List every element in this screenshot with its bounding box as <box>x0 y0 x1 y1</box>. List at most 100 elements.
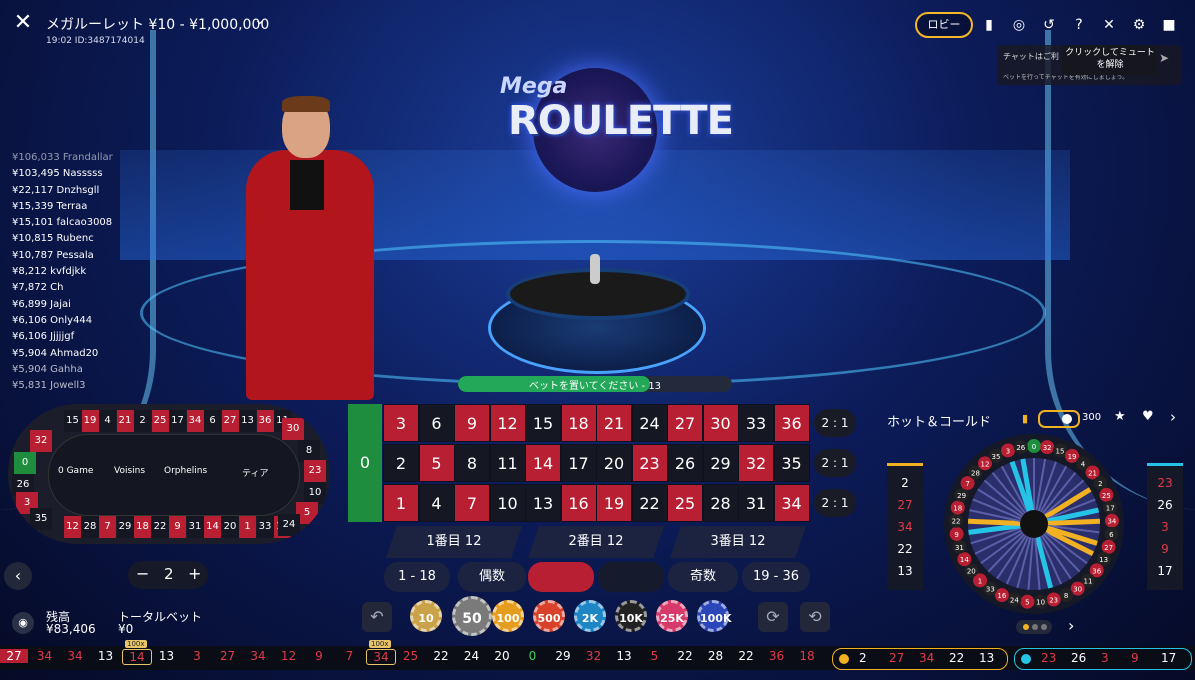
bet-number[interactable]: 20 <box>596 444 632 482</box>
racetrack-number[interactable]: 25 <box>151 410 169 432</box>
racetrack-number[interactable]: 14 <box>204 516 221 538</box>
bet-number[interactable]: 9 <box>454 404 490 442</box>
double-icon[interactable]: ⟲ <box>800 602 830 632</box>
close-icon[interactable]: ✕ <box>10 10 36 36</box>
racetrack-number[interactable]: 34 <box>186 410 204 432</box>
racetrack-section-3[interactable]: ティア <box>242 466 268 479</box>
bet-number[interactable]: 35 <box>773 444 810 482</box>
bet-column-2to1[interactable]: 2 : 1 <box>814 409 856 437</box>
racetrack-number[interactable]: 9 <box>169 516 186 538</box>
racetrack-number[interactable]: 22 <box>151 516 169 538</box>
bet-outside-5[interactable]: 19 - 36 <box>742 562 810 592</box>
mute-icon[interactable]: ✕ <box>1096 12 1122 38</box>
next-chevron-icon[interactable]: › <box>1068 616 1074 635</box>
chip-100K[interactable]: 100K <box>697 600 732 632</box>
bet-number[interactable]: 8 <box>454 444 490 482</box>
racetrack-number[interactable]: 15 <box>64 410 81 432</box>
racetrack-number[interactable]: 2 <box>134 410 151 432</box>
bet-black[interactable] <box>598 562 664 592</box>
bet-number[interactable]: 12 <box>489 404 526 442</box>
chip-100[interactable]: 100 <box>492 600 524 632</box>
gear-icon[interactable]: ⚙ <box>1126 12 1152 38</box>
bet-number[interactable]: 11 <box>489 444 526 482</box>
bet-number[interactable]: 24 <box>631 404 668 442</box>
back-chevron-icon[interactable]: ‹ <box>4 562 32 590</box>
racetrack-number[interactable]: 8 <box>298 440 320 462</box>
racetrack-number[interactable]: 21 <box>116 410 134 432</box>
racetrack-number[interactable]: 35 <box>30 508 52 530</box>
rounds-toggle[interactable] <box>1038 410 1080 428</box>
headset-icon[interactable]: ◎ <box>1006 12 1032 38</box>
undo-icon[interactable]: ↶ <box>362 602 392 632</box>
racetrack-number[interactable]: 12 <box>64 516 81 538</box>
bet-column-2to1[interactable]: 2 : 1 <box>814 449 856 477</box>
bet-number[interactable]: 25 <box>667 484 703 522</box>
bet-number[interactable]: 3 <box>383 404 419 442</box>
bet-number[interactable]: 27 <box>667 404 703 442</box>
racetrack-number[interactable]: 13 <box>239 410 256 432</box>
bet-number[interactable]: 18 <box>560 404 597 442</box>
racetrack-number[interactable]: 23 <box>304 460 326 482</box>
bet-number[interactable]: 31 <box>738 484 774 522</box>
bet-outside-0[interactable]: 1 - 18 <box>384 562 450 592</box>
star-icon[interactable]: ★ <box>1114 409 1126 424</box>
racetrack-number[interactable]: 4 <box>99 410 116 432</box>
chip-10[interactable]: 10 <box>410 600 442 632</box>
bet-number[interactable]: 5 <box>418 444 455 482</box>
racetrack-number[interactable]: 0 <box>14 452 36 474</box>
chip-50[interactable]: 50 <box>452 596 492 636</box>
bet-number[interactable]: 33 <box>738 404 774 442</box>
racetrack-number[interactable]: 24 <box>278 514 300 536</box>
racetrack-number[interactable]: 17 <box>169 410 186 432</box>
lobby-button[interactable]: ロビー <box>915 12 973 38</box>
chip-25K[interactable]: 25K <box>656 600 688 632</box>
racetrack-number[interactable]: 31 <box>186 516 204 538</box>
chevron-down-icon[interactable]: ⌄ <box>254 12 266 28</box>
bet-number[interactable]: 23 <box>631 444 668 482</box>
racetrack-section-1[interactable]: Voisins <box>114 466 145 476</box>
bet-number[interactable]: 6 <box>418 404 455 442</box>
racetrack-number[interactable]: 27 <box>221 410 239 432</box>
bet-number[interactable]: 19 <box>596 484 632 522</box>
bet-number[interactable]: 22 <box>631 484 668 522</box>
racetrack-number[interactable]: 19 <box>81 410 99 432</box>
racetrack-number[interactable]: 32 <box>30 430 52 452</box>
bet-number[interactable]: 36 <box>773 404 810 442</box>
bet-number[interactable]: 7 <box>454 484 490 522</box>
page-dot[interactable] <box>1041 624 1047 630</box>
bet-dozen[interactable]: 3番目 12 <box>670 526 806 558</box>
repeat-icon[interactable]: ⟳ <box>758 602 788 632</box>
bet-number[interactable]: 34 <box>773 484 810 522</box>
racetrack-number[interactable]: 6 <box>204 410 221 432</box>
page-dot[interactable] <box>1032 624 1038 630</box>
bet-number[interactable]: 26 <box>667 444 703 482</box>
racetrack-section-0[interactable]: 0 Game <box>58 466 93 476</box>
send-icon[interactable]: ➤ <box>1159 51 1169 65</box>
bet-number[interactable]: 16 <box>560 484 597 522</box>
bet-number[interactable]: 30 <box>702 404 739 442</box>
chip-2K[interactable]: 2K <box>574 600 606 632</box>
bet-number[interactable]: 28 <box>702 484 739 522</box>
bet-number[interactable]: 15 <box>525 404 561 442</box>
next-chevron-icon[interactable]: › <box>1170 408 1176 426</box>
page-dot-active[interactable] <box>1023 624 1029 630</box>
bet-number[interactable]: 29 <box>702 444 739 482</box>
chip-10K[interactable]: 10K <box>615 600 647 632</box>
history-icon[interactable]: ↺ <box>1036 12 1062 38</box>
bet-number[interactable]: 17 <box>560 444 597 482</box>
racetrack-number[interactable]: 18 <box>134 516 151 538</box>
racetrack-number[interactable]: 20 <box>221 516 239 538</box>
bet-number[interactable]: 13 <box>525 484 561 522</box>
stepper-minus-button[interactable]: − <box>136 564 149 583</box>
bet-number[interactable]: 10 <box>489 484 526 522</box>
bet-zero[interactable]: 0 <box>348 404 382 522</box>
bet-outside-1[interactable]: 偶数 <box>458 562 526 592</box>
racetrack-number[interactable]: 7 <box>99 516 116 538</box>
racetrack-number[interactable]: 33 <box>256 516 274 538</box>
chat-icon[interactable]: ▮ <box>976 12 1002 38</box>
bet-number[interactable]: 2 <box>383 444 419 482</box>
racetrack[interactable]: 1519421225173462713361112287291822931142… <box>8 404 330 544</box>
bet-number[interactable]: 4 <box>418 484 455 522</box>
racetrack-number[interactable]: 29 <box>116 516 134 538</box>
racetrack-number[interactable]: 28 <box>81 516 99 538</box>
